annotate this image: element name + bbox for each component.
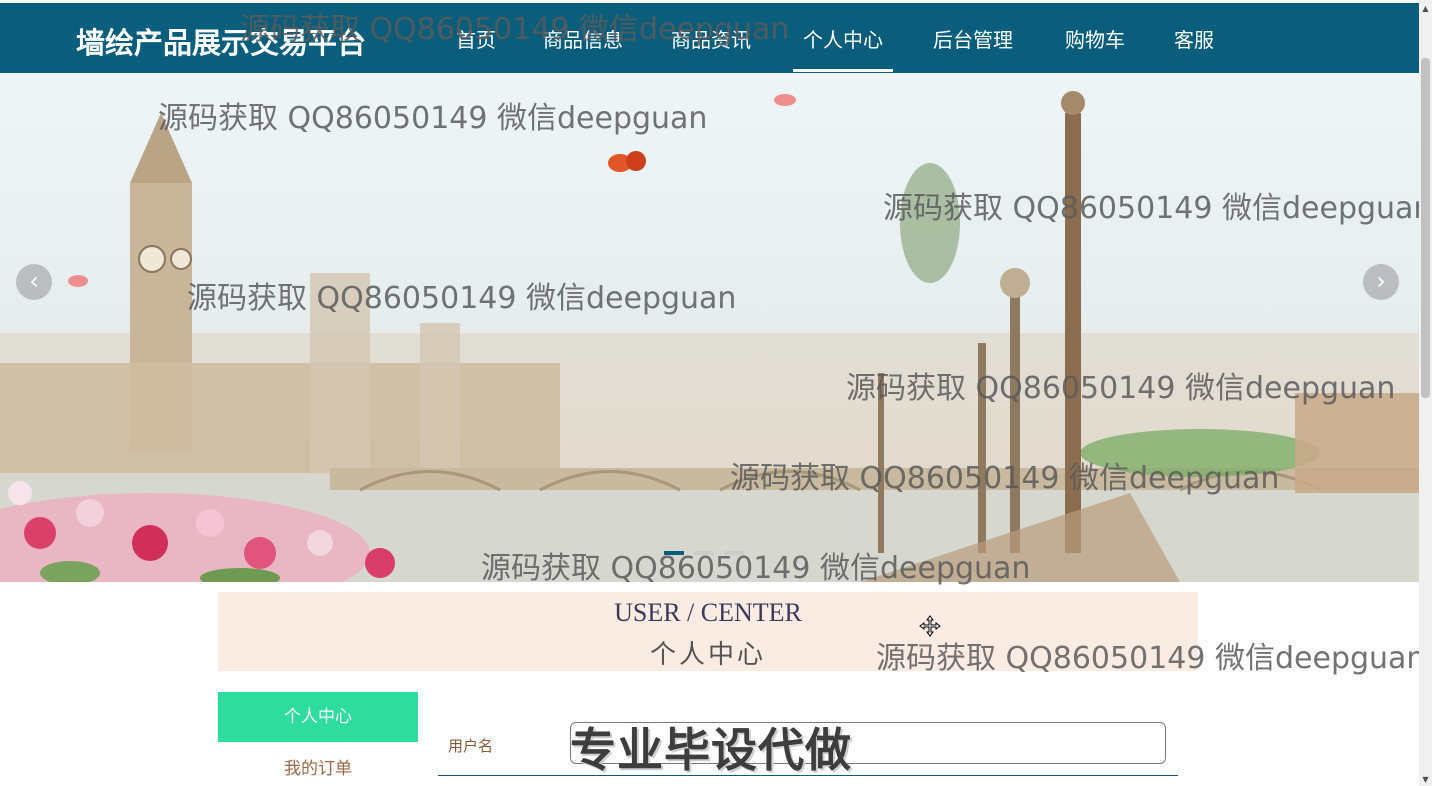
nav-products[interactable]: 商品信息 bbox=[543, 24, 623, 72]
nav-service[interactable]: 客服 bbox=[1174, 24, 1214, 72]
sidebar-item-user-center[interactable]: 个人中心 bbox=[218, 692, 418, 742]
username-label: 用户名 bbox=[448, 737, 494, 755]
carousel-indicator[interactable] bbox=[694, 551, 714, 555]
nav-news[interactable]: 商品资讯 bbox=[671, 24, 751, 72]
nav-home[interactable]: 首页 bbox=[456, 24, 496, 72]
carousel-next-button[interactable]: › bbox=[1363, 264, 1399, 300]
scroll-up-icon[interactable]: ▲ bbox=[1420, 3, 1431, 15]
nav-user-center[interactable]: 个人中心 bbox=[793, 24, 893, 72]
chevron-right-icon: › bbox=[1376, 267, 1386, 295]
nav-cart[interactable]: 购物车 bbox=[1065, 24, 1125, 72]
carousel-prev-button[interactable]: ‹ bbox=[16, 264, 52, 300]
move-cursor-icon bbox=[919, 615, 941, 637]
scroll-down-icon[interactable]: ▼ bbox=[1420, 774, 1431, 786]
carousel-indicator[interactable] bbox=[724, 551, 744, 555]
carousel-indicator[interactable] bbox=[664, 551, 684, 555]
section-title-cn: 个人中心 bbox=[649, 640, 766, 670]
banner-carousel: ‹ › bbox=[0, 73, 1419, 582]
section-title-en: USER / CENTER bbox=[614, 598, 802, 627]
top-navbar: 墙绘产品展示交易平台 首页 商品信息 商品资讯 个人中心 后台管理 购物车 客服 bbox=[0, 3, 1419, 73]
nav-admin[interactable]: 后台管理 bbox=[933, 24, 1013, 72]
scrollbar-thumb[interactable] bbox=[1421, 58, 1430, 398]
section-title: USER / CENTER 个人中心 bbox=[218, 592, 1198, 671]
page-scrollbar[interactable]: ▲ ▼ bbox=[1419, 0, 1432, 786]
banner-image bbox=[0, 91, 1419, 582]
site-brand[interactable]: 墙绘产品展示交易平台 bbox=[76, 20, 366, 62]
watermark-stamp: 专业毕设代做 bbox=[570, 723, 852, 777]
chevron-left-icon: ‹ bbox=[29, 267, 39, 295]
sidebar-item-my-orders[interactable]: 我的订单 bbox=[218, 754, 418, 779]
